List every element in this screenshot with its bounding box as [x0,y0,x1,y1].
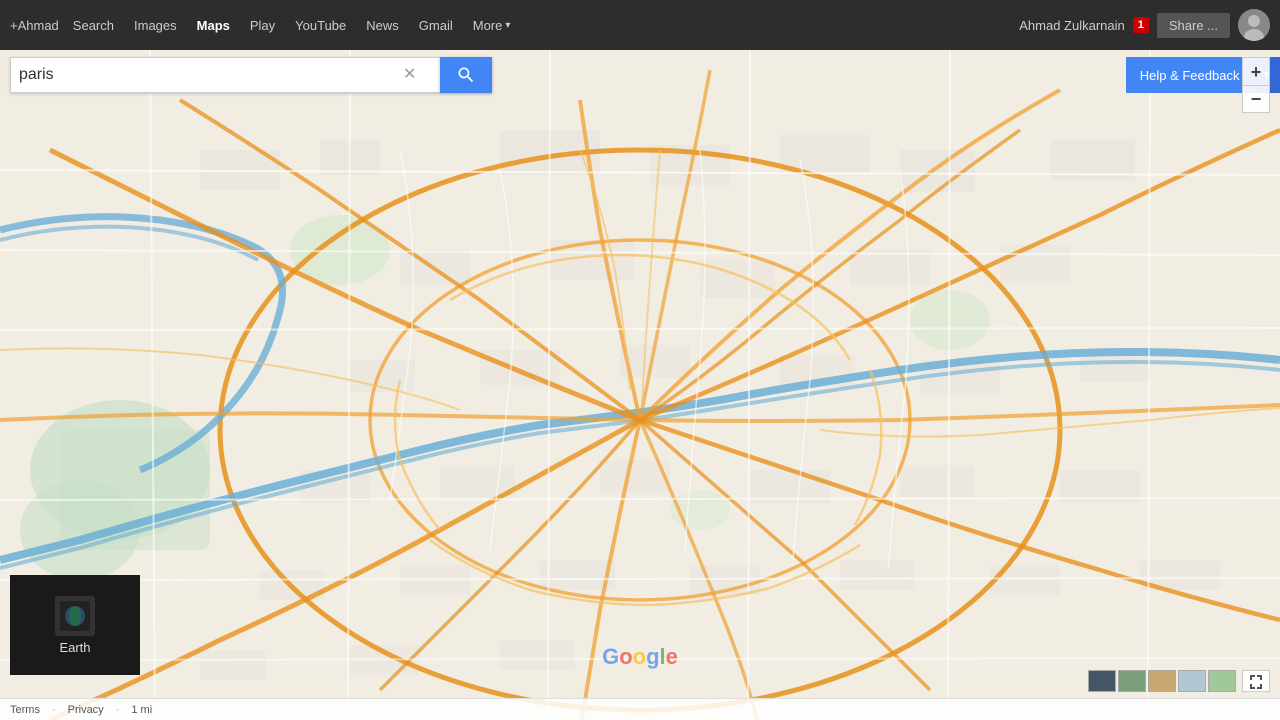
privacy-link[interactable]: Privacy [68,704,104,716]
earth-thumbnail-icon [60,601,90,631]
earth-label: Earth [59,640,90,655]
nav-gmail[interactable]: Gmail [409,0,463,50]
map-container[interactable] [0,50,1280,720]
earth-thumbnail [55,596,95,636]
map-canvas[interactable] [0,50,1280,720]
searchbar: ✕ [10,57,492,93]
bottombar: Terms · Privacy · 1 mi [0,698,1280,720]
expand-icon-svg [1248,673,1264,689]
terms-link[interactable]: Terms [10,704,40,716]
google-plus-indicator[interactable]: +Ahmad [10,18,63,33]
map-type-transit[interactable] [1178,670,1206,692]
zoom-controls: + − [1242,57,1270,113]
map-type-traffic[interactable] [1148,670,1176,692]
nav-play[interactable]: Play [240,0,285,50]
map-type-terrain[interactable] [1118,670,1146,692]
search-input[interactable] [19,66,399,84]
nav-news[interactable]: News [356,0,409,50]
notification-badge[interactable]: 1 [1133,17,1149,33]
nav-more[interactable]: More ▾ [463,0,521,50]
topbar-right: Ahmad Zulkarnain 1 Share ... [1019,9,1270,41]
user-name[interactable]: Ahmad Zulkarnain [1019,18,1125,33]
separator-1: · [52,704,56,716]
expand-icon[interactable] [1242,670,1270,692]
more-dropdown-arrow: ▾ [505,20,510,31]
search-icon [456,65,476,85]
nav-maps[interactable]: Maps [187,0,240,50]
zoom-in-button[interactable]: + [1242,57,1270,85]
zoom-out-button[interactable]: − [1242,85,1270,113]
share-button[interactable]: Share ... [1157,13,1230,38]
map-type-biking[interactable] [1208,670,1236,692]
search-button[interactable] [440,57,492,93]
map-type-satellite[interactable] [1088,670,1116,692]
search-input-wrap: ✕ [10,57,440,93]
clear-search-button[interactable]: ✕ [399,67,420,83]
map-type-icons [1088,670,1236,692]
nav-images[interactable]: Images [124,0,187,50]
scale-indicator: 1 mi [131,704,152,716]
nav-youtube[interactable]: YouTube [285,0,356,50]
help-feedback-button[interactable]: Help & Feedback [1126,57,1254,93]
earth-toggle[interactable]: Earth [10,575,140,675]
separator-2: · [116,704,120,716]
nav-search[interactable]: Search [63,0,124,50]
avatar[interactable] [1238,9,1270,41]
topbar: +Ahmad Search Images Maps Play YouTube N… [0,0,1280,50]
